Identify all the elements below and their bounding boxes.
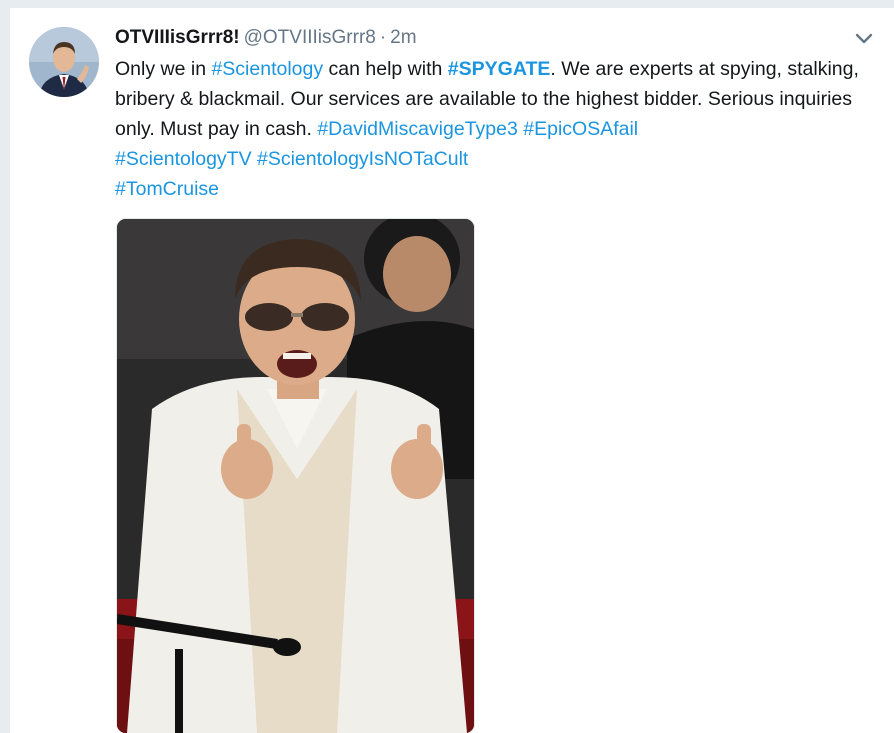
tweet-photo[interactable] [116, 218, 475, 733]
chevron-down-icon[interactable] [853, 28, 875, 50]
display-name[interactable]: OTVIIIisGrrr8! [115, 27, 240, 48]
hashtag-link[interactable]: #Scientology [211, 58, 323, 80]
hashtag-link[interactable]: #EpicOSAfail [523, 118, 638, 140]
hashtag-link[interactable]: #TomCruise [115, 178, 219, 200]
timeline: OTVIIIisGrrr8! @OTVIIIisGrrr8 · 2m Only we … [0, 0, 894, 733]
hashtag-link[interactable]: #DavidMiscavigeType3 [317, 118, 518, 140]
tweet-text: Only we in #Scientology can help with #S… [115, 54, 885, 204]
avatar[interactable] [29, 27, 99, 97]
text-segment: Only we in [115, 58, 212, 80]
separator-dot: · [379, 27, 387, 48]
user-handle[interactable]: @OTVIIIisGrrr8 [244, 27, 376, 48]
text-segment: can help with [323, 58, 448, 80]
tweet-card[interactable]: OTVIIIisGrrr8! @OTVIIIisGrrr8 · 2m Only we … [10, 7, 894, 733]
tweet-header: OTVIIIisGrrr8! @OTVIIIisGrrr8 · 2m [115, 25, 417, 51]
hashtag-link[interactable]: #SPYGATE [448, 58, 551, 80]
hashtag-link[interactable]: #ScientologyTV [115, 148, 252, 170]
timestamp[interactable]: 2m [390, 27, 416, 48]
hashtag-link[interactable]: #ScientologyIsNOTaCult [257, 148, 468, 170]
